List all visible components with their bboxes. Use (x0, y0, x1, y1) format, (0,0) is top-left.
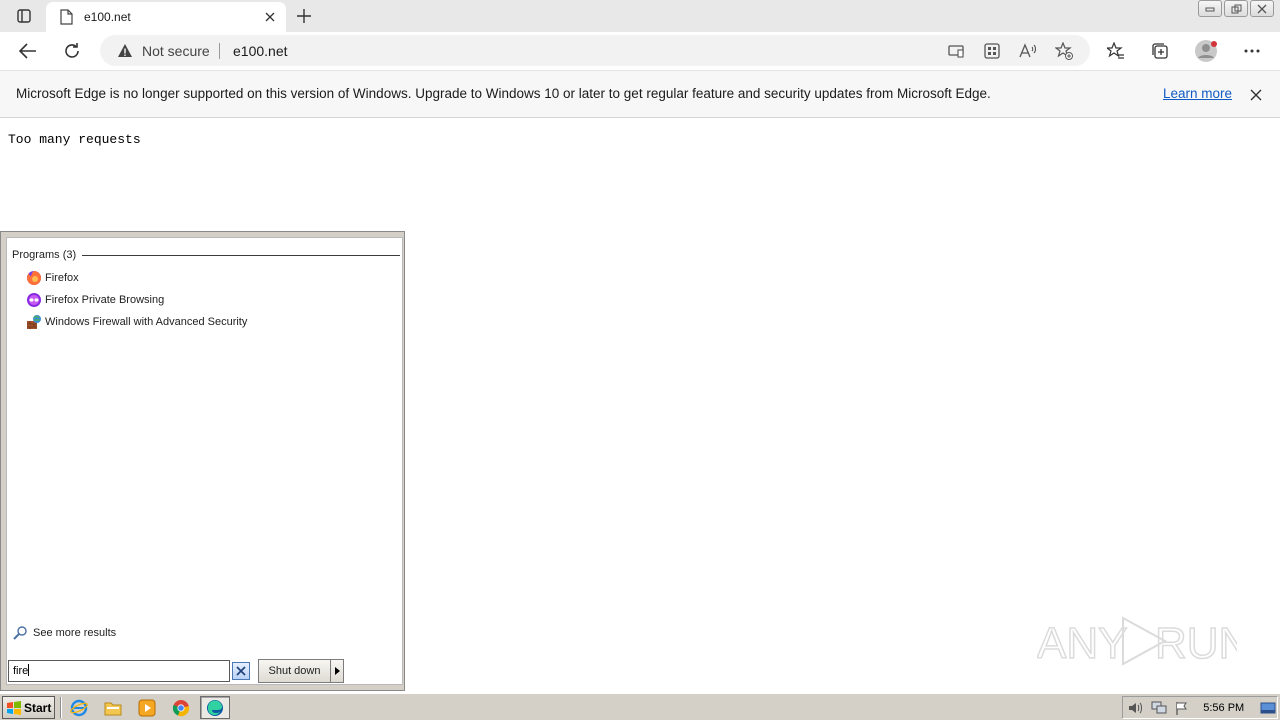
new-tab-button[interactable] (292, 5, 316, 27)
search-input-value: fire (13, 665, 29, 677)
browser-titlebar: e100.net (0, 0, 1280, 32)
add-favorite-icon[interactable] (1055, 42, 1073, 60)
collections-button[interactable] (1146, 37, 1174, 65)
minimize-button[interactable] (1198, 0, 1222, 17)
firefox-private-icon (26, 292, 42, 308)
chrome-icon (172, 699, 190, 716)
browser-toolbar: Not secure e100.net (0, 32, 1280, 70)
infobar-message: Microsoft Edge is no longer supported on… (16, 86, 991, 101)
avatar (1195, 40, 1217, 62)
page-body-text: Too many requests (8, 132, 141, 147)
start-menu: Programs (3) Firefox Firefox Private Bro… (0, 231, 405, 691)
clear-search-button[interactable] (232, 662, 250, 680)
show-desktop-icon[interactable] (1258, 699, 1277, 717)
taskbar-app-file-explorer[interactable] (98, 696, 128, 719)
warning-icon[interactable] (117, 43, 133, 59)
tab-close-icon[interactable] (262, 9, 278, 25)
close-window-button[interactable] (1250, 0, 1274, 17)
restore-button[interactable] (1224, 0, 1248, 17)
minimize-icon (1205, 7, 1215, 11)
programs-section-header: Programs (3) (12, 248, 400, 262)
taskbar-app-chrome[interactable] (166, 696, 196, 719)
file-explorer-icon (104, 702, 122, 715)
internet-explorer-icon (70, 699, 88, 716)
program-item-label: Firefox (45, 272, 79, 284)
refresh-icon (65, 43, 79, 58)
shut-down-button[interactable]: Shut down (258, 659, 330, 683)
close-icon (1257, 4, 1267, 13)
refresh-button[interactable] (58, 37, 86, 65)
clear-icon (236, 666, 246, 676)
firewall-icon (26, 314, 42, 330)
see-more-results-label: See more results (33, 627, 117, 639)
tab-actions-button[interactable] (8, 4, 40, 28)
watermark-text-any: ANY (1037, 619, 1127, 668)
taskbar-app-edge[interactable] (200, 696, 230, 719)
action-center-flag-icon[interactable] (1173, 699, 1192, 717)
program-item-firefox-private[interactable]: Firefox Private Browsing (26, 290, 386, 310)
more-icon (1244, 49, 1260, 53)
page-icon (58, 9, 74, 25)
edge-icon (207, 699, 223, 716)
shut-down-options-button[interactable] (330, 659, 344, 683)
watermark-text-run: RUN (1155, 619, 1237, 668)
media-player-icon (138, 699, 156, 716)
collections-icon (1152, 43, 1168, 59)
program-item-windows-firewall[interactable]: Windows Firewall with Advanced Security (26, 312, 386, 332)
text-caret (28, 664, 30, 676)
taskbar-app-internet-explorer[interactable] (64, 696, 94, 719)
watermark: ANY RUN (1036, 608, 1251, 674)
system-tray: 5:56 PM (1122, 696, 1278, 719)
address-divider (219, 43, 220, 59)
back-button[interactable] (14, 37, 42, 65)
start-button[interactable]: Start (2, 696, 55, 719)
address-bar[interactable]: Not secure e100.net (100, 35, 1090, 66)
plus-icon (297, 9, 311, 23)
firefox-icon (26, 270, 42, 286)
learn-more-link[interactable]: Learn more (1163, 86, 1232, 101)
search-results-pane: Programs (3) Firefox Firefox Private Bro… (6, 237, 403, 685)
arrow-left-icon (19, 43, 36, 59)
windows-logo-icon (7, 700, 21, 715)
section-divider (82, 254, 400, 256)
security-label[interactable]: Not secure (142, 43, 210, 59)
infobar-close-icon[interactable] (1247, 86, 1265, 104)
taskbar-separator (60, 697, 62, 718)
tab-title: e100.net (84, 10, 131, 24)
settings-more-button[interactable] (1238, 37, 1266, 65)
volume-icon[interactable] (1127, 699, 1146, 717)
see-more-results-link[interactable]: See more results (13, 624, 116, 642)
favorites-icon (1107, 42, 1124, 59)
chevron-right-icon (334, 667, 340, 675)
taskbar-app-media-player[interactable] (132, 696, 162, 719)
search-icon (13, 626, 27, 640)
programs-section-title: Programs (3) (12, 249, 77, 261)
screen: e100.net Not secure e100.net Microsoft E… (0, 0, 1280, 720)
browser-tab[interactable]: e100.net (46, 2, 286, 32)
profile-button[interactable] (1192, 37, 1220, 65)
unsupported-os-infobar: Microsoft Edge is no longer supported on… (0, 70, 1280, 118)
start-search-input[interactable]: fire (8, 660, 230, 682)
start-label: Start (24, 700, 52, 715)
program-item-label: Firefox Private Browsing (45, 294, 165, 306)
apps-grid-icon[interactable] (983, 42, 1001, 60)
window-controls (1198, 0, 1274, 17)
program-item-firefox[interactable]: Firefox (26, 268, 386, 288)
tab-actions-icon (17, 9, 31, 23)
taskbar: Start 5:56 PM (0, 693, 1280, 720)
read-aloud-icon[interactable] (1019, 42, 1037, 60)
url-text[interactable]: e100.net (233, 43, 288, 59)
taskbar-clock[interactable]: 5:56 PM (1203, 702, 1244, 714)
program-item-label: Windows Firewall with Advanced Security (45, 316, 248, 328)
favorites-button[interactable] (1102, 37, 1130, 65)
network-icon[interactable] (1150, 699, 1169, 717)
app-available-icon[interactable] (947, 42, 965, 60)
restore-icon (1231, 4, 1241, 13)
